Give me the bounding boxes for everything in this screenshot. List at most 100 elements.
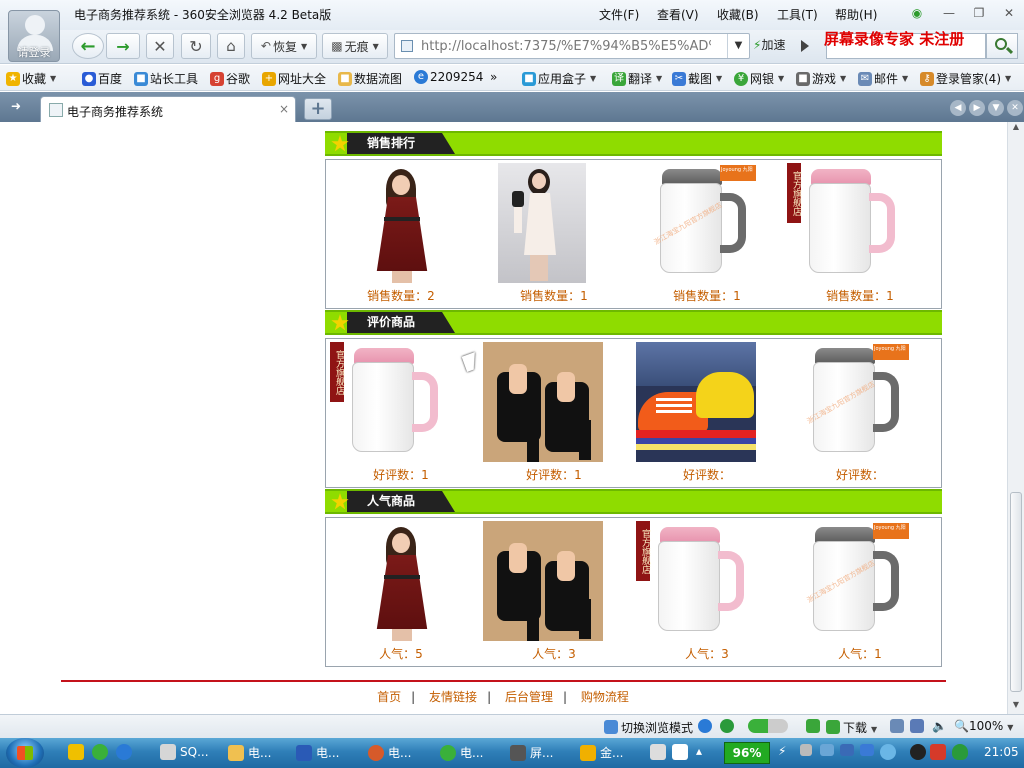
quicklaunch-explorer-icon[interactable] bbox=[68, 744, 88, 760]
product-card[interactable]: 官方旗舰店 销售数量：1 bbox=[785, 160, 935, 306]
product-card[interactable]: 官方旗舰店 好评数：1 bbox=[326, 339, 476, 485]
back-button[interactable]: ← bbox=[72, 33, 104, 59]
search-button[interactable] bbox=[986, 33, 1018, 59]
system-clock[interactable]: 21:05 bbox=[984, 745, 1019, 759]
product-image-sneaker[interactable] bbox=[636, 342, 756, 462]
menu-tools[interactable]: 工具(T) bbox=[777, 6, 835, 23]
tab-close-all-icon[interactable]: ✕ bbox=[1007, 100, 1023, 116]
vertical-scrollbar[interactable]: ▲ ▼ bbox=[1007, 122, 1024, 714]
volume-icon[interactable]: 🔈 bbox=[932, 719, 947, 733]
start-button[interactable] bbox=[6, 738, 44, 768]
incognito-button[interactable]: ▩ 无痕 ▼ bbox=[322, 33, 388, 59]
maximize-icon[interactable]: ❐ bbox=[970, 6, 988, 22]
product-image-grey-kettle[interactable]: Joyoung 九阳 浙江海宝九阳官方旗舰店 bbox=[791, 342, 911, 462]
bookmark-games[interactable]: ■ 游戏 ▼ bbox=[796, 70, 846, 87]
url-text[interactable]: http://localhost:7375/%E7%94%B5%E5%AD%90 bbox=[421, 39, 711, 54]
quicklaunch-ie-icon[interactable] bbox=[116, 744, 136, 760]
scroll-down-icon[interactable]: ▼ bbox=[1008, 700, 1024, 714]
login-avatar[interactable]: 请登录 bbox=[8, 10, 60, 62]
taskbar-item-app[interactable]: 电... bbox=[368, 744, 411, 761]
bookmark-mail[interactable]: ✉ 邮件 ▼ bbox=[858, 70, 908, 87]
tools-status-icon[interactable] bbox=[806, 719, 823, 734]
tab-scroll-left-icon[interactable]: ◀ bbox=[950, 100, 966, 116]
forward-button[interactable]: → bbox=[106, 33, 140, 59]
help-tray-icon[interactable] bbox=[672, 744, 692, 760]
network-tray-icon[interactable] bbox=[820, 744, 838, 756]
new-tab-button[interactable]: + bbox=[304, 98, 332, 120]
bookmarks-more[interactable]: » bbox=[490, 70, 497, 84]
menu-file[interactable]: 文件(F) bbox=[599, 6, 657, 23]
antivirus-tray-icon[interactable] bbox=[930, 744, 950, 760]
product-card[interactable]: 官方旗舰店 人气：3 bbox=[632, 518, 782, 664]
product-card[interactable]: 销售数量：2 bbox=[326, 160, 476, 306]
footer-link-admin[interactable]: 后台管理 bbox=[505, 690, 553, 704]
window-tile-icon[interactable] bbox=[910, 719, 927, 734]
product-image-pink-kettle[interactable]: 官方旗舰店 bbox=[330, 342, 450, 462]
product-image-red-dress[interactable] bbox=[364, 163, 434, 283]
shirt-icon[interactable]: ◉ bbox=[908, 6, 926, 22]
product-image-pink-kettle[interactable]: 官方旗舰店 bbox=[636, 521, 756, 641]
taskbar-item-browser[interactable]: 电... bbox=[440, 744, 483, 761]
address-bar[interactable]: http://localhost:7375/%E7%94%B5%E5%AD%90… bbox=[394, 33, 750, 59]
bookmark-favorites[interactable]: ★ 收藏 ▼ bbox=[6, 70, 56, 87]
sidebar-toggle-icon[interactable]: ➜ bbox=[6, 99, 26, 115]
product-image-red-dress[interactable] bbox=[364, 521, 434, 641]
product-card[interactable]: Joyoung 九阳 浙江海宝九阳官方旗舰店 销售数量：1 bbox=[632, 160, 782, 306]
scrollbar-thumb[interactable] bbox=[1010, 492, 1022, 692]
scroll-up-icon[interactable]: ▲ bbox=[1008, 122, 1024, 136]
bookmark-2209254[interactable]: e 2209254 bbox=[414, 70, 483, 84]
trash-icon[interactable] bbox=[890, 719, 907, 734]
bookmark-translate[interactable]: 译翻译 ▼ bbox=[612, 70, 662, 87]
close-window-icon[interactable]: ✕ bbox=[1000, 6, 1018, 22]
shield-status-icon[interactable] bbox=[720, 719, 737, 734]
qq-tray-icon[interactable] bbox=[910, 744, 930, 760]
taskbar-item-recorder[interactable]: 屏... bbox=[510, 744, 553, 761]
product-card[interactable]: 销售数量：1 bbox=[479, 160, 629, 306]
product-card[interactable]: 好评数： bbox=[632, 339, 782, 485]
bookmark-screenshot[interactable]: ✂ 截图 ▼ bbox=[672, 70, 722, 87]
product-image-grey-kettle[interactable]: Joyoung 九阳 浙江海宝九阳官方旗舰店 bbox=[791, 521, 911, 641]
shield-tray-icon[interactable] bbox=[952, 744, 972, 760]
product-card[interactable]: 好评数：1 bbox=[479, 339, 629, 485]
minimize-icon[interactable]: — bbox=[940, 6, 958, 22]
menu-view[interactable]: 查看(V) bbox=[657, 6, 717, 23]
product-card[interactable]: Joyoung 九阳 浙江海宝九阳官方旗舰店 人气：1 bbox=[785, 518, 935, 664]
chat-tray-icon[interactable] bbox=[880, 744, 900, 760]
tab-ecommerce[interactable]: 电子商务推荐系统 × bbox=[40, 96, 296, 122]
bookmark-bank[interactable]: ¥ 网银 ▼ bbox=[734, 70, 784, 87]
keyboard-tray-icon[interactable] bbox=[650, 744, 670, 760]
usb-tray-icon[interactable] bbox=[800, 744, 816, 756]
ie-mode-icon[interactable] bbox=[698, 719, 715, 734]
product-image-grey-kettle[interactable]: Joyoung 九阳 浙江海宝九阳官方旗舰店 bbox=[638, 163, 758, 283]
home-button[interactable]: ⌂ bbox=[217, 33, 245, 59]
switch-mode-button[interactable]: 切换浏览模式 bbox=[604, 719, 693, 736]
footer-link-home[interactable]: 首页 bbox=[377, 690, 401, 704]
power-tray-icon[interactable]: ⚡ bbox=[778, 744, 786, 758]
bookmark-webmaster-tools[interactable]: ■ 站长工具 bbox=[134, 70, 198, 87]
menu-help[interactable]: 帮助(H) bbox=[835, 6, 895, 23]
sound-tray-icon[interactable] bbox=[860, 744, 878, 756]
bookmark-google[interactable]: g 谷歌 bbox=[210, 70, 250, 87]
restore-button[interactable]: ↶ 恢复 ▼ bbox=[251, 33, 317, 59]
taskbar-item-folder[interactable]: 电... bbox=[228, 744, 271, 761]
product-card[interactable]: 人气：5 bbox=[326, 518, 476, 664]
bookmark-app-box[interactable]: ■ 应用盒子 ▼ bbox=[522, 70, 596, 87]
refresh-button[interactable]: ↻ bbox=[181, 33, 211, 59]
product-image-pink-kettle[interactable]: 官方旗舰店 bbox=[787, 163, 907, 283]
stop-button[interactable]: ✕ bbox=[146, 33, 174, 59]
bookmark-login-manager[interactable]: ⚷ 登录管家(4) ▼ bbox=[920, 70, 1011, 87]
bookmark-baidu[interactable]: ● 百度 bbox=[82, 70, 122, 87]
toggle-status-icon[interactable] bbox=[748, 719, 791, 734]
product-image-black-sandals[interactable] bbox=[483, 521, 603, 641]
speedup-button[interactable]: ⚡加速 bbox=[753, 36, 785, 53]
footer-link-friends[interactable]: 友情链接 bbox=[429, 690, 477, 704]
tray-expand-icon[interactable]: ▴ bbox=[696, 744, 702, 758]
product-card[interactable]: Joyoung 九阳 浙江海宝九阳官方旗舰店 好评数： bbox=[785, 339, 935, 485]
product-card[interactable]: 人气：3 bbox=[479, 518, 629, 664]
bookmark-directory[interactable]: + 网址大全 bbox=[262, 70, 326, 87]
product-image-white-dress[interactable] bbox=[498, 163, 586, 283]
tab-scroll-right-icon[interactable]: ▶ bbox=[969, 100, 985, 116]
zoom-control[interactable]: 🔍100% ▼ bbox=[954, 719, 1013, 733]
bookmark-dfd[interactable]: ■ 数据流图 bbox=[338, 70, 402, 87]
footer-link-shopping-flow[interactable]: 购物流程 bbox=[581, 690, 629, 704]
